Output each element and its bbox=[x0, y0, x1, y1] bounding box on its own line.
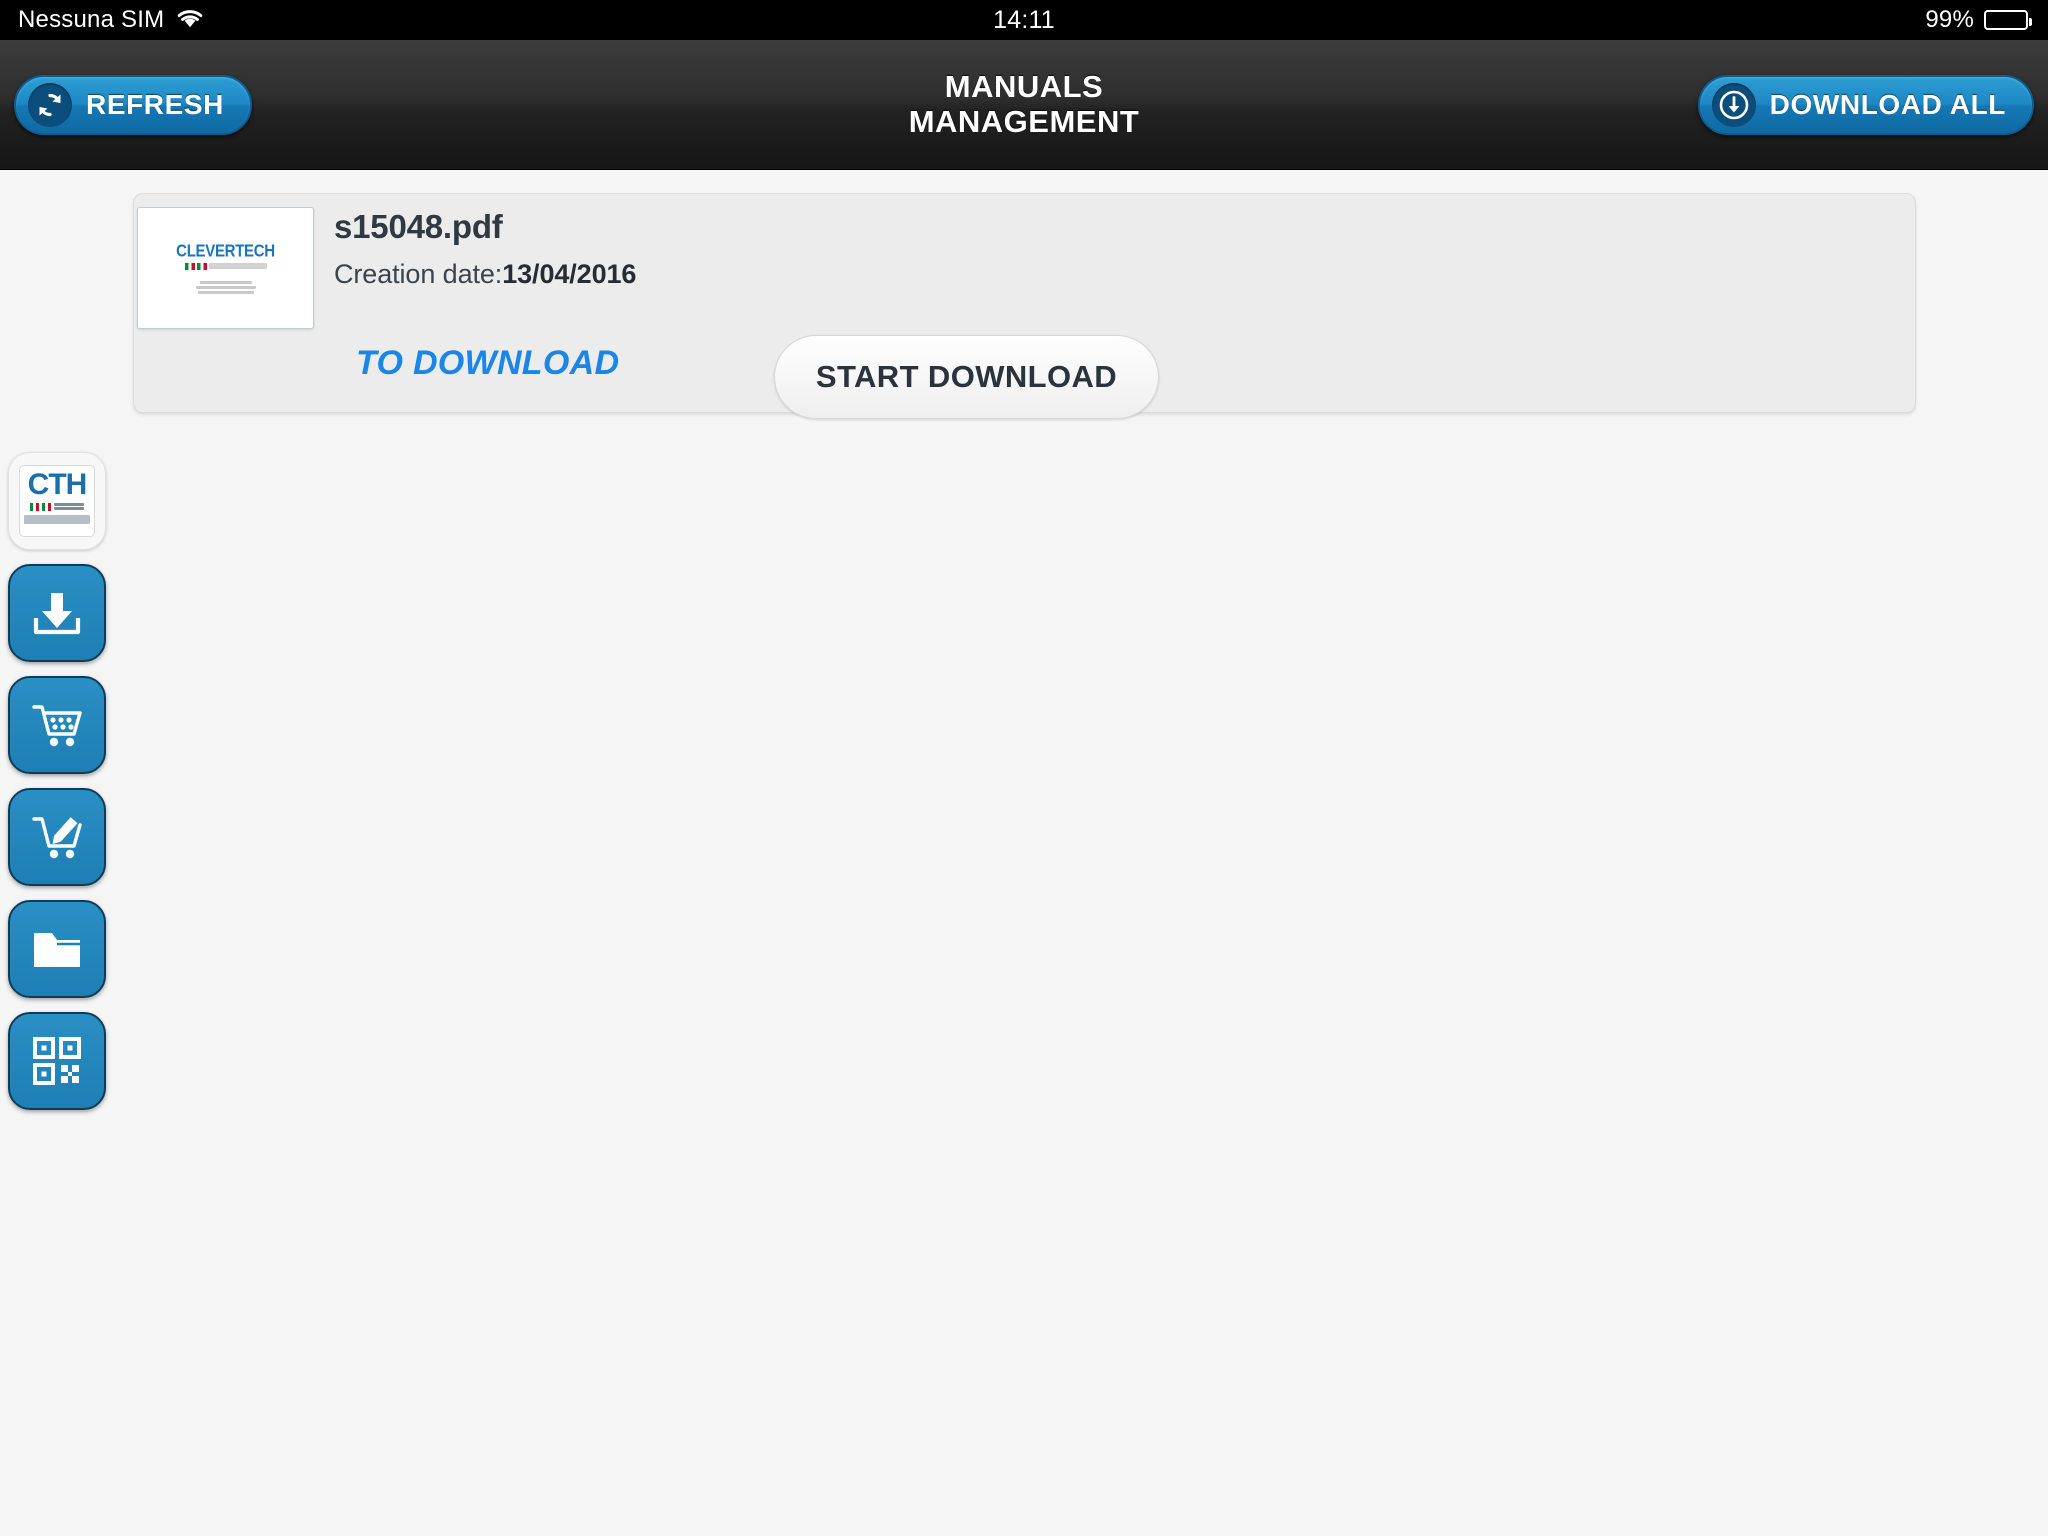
wifi-icon bbox=[176, 7, 204, 33]
refresh-button-label: REFRESH bbox=[86, 88, 224, 120]
thumbnail-brand-label: CLEVERTECH bbox=[176, 241, 275, 261]
cth-logo-text: CTH bbox=[27, 468, 88, 501]
dock-item-order-edit[interactable] bbox=[8, 788, 106, 886]
status-bar: Nessuna SIM 14:11 99% bbox=[0, 0, 2048, 40]
side-dock: CTH bbox=[8, 452, 112, 1110]
dock-item-scanner[interactable] bbox=[8, 1012, 106, 1110]
shopping-cart-icon bbox=[32, 705, 82, 747]
status-bar-right: 99% bbox=[1925, 6, 2048, 34]
qr-code-icon bbox=[33, 1037, 81, 1085]
download-circle-icon bbox=[1711, 82, 1756, 127]
manual-creation-date: Creation date:13/04/2016 bbox=[334, 259, 636, 290]
dock-item-documents[interactable] bbox=[8, 900, 106, 998]
creation-date-label: Creation date: bbox=[334, 259, 503, 289]
thumbnail-blurred-text bbox=[208, 263, 267, 269]
manual-list-item[interactable]: CLEVERTECH s15048.pdf Creation date:13/0… bbox=[133, 193, 1916, 419]
download-tray-icon bbox=[33, 593, 81, 635]
italian-flag-icon bbox=[196, 262, 207, 270]
carrier-label: Nessuna SIM bbox=[18, 6, 165, 33]
manual-thumbnail[interactable]: CLEVERTECH bbox=[137, 207, 314, 329]
cth-logo-tagline bbox=[30, 502, 84, 511]
navigation-bar: REFRESH MANUALS MANAGEMENT DOWNLOAD ALL bbox=[0, 40, 2048, 170]
creation-date-value: 13/04/2016 bbox=[502, 259, 637, 289]
manual-filename: s15048.pdf bbox=[334, 208, 503, 245]
dock-item-cart[interactable] bbox=[8, 676, 106, 774]
start-download-button[interactable]: START DOWNLOAD bbox=[774, 335, 1159, 419]
battery-icon bbox=[1984, 10, 2032, 30]
italian-flag-icon bbox=[42, 502, 51, 511]
status-bar-left: Nessuna SIM bbox=[0, 6, 1925, 34]
italian-flag-icon bbox=[184, 262, 195, 270]
cart-edit-icon bbox=[32, 817, 82, 859]
start-download-button-label: START DOWNLOAD bbox=[815, 359, 1118, 394]
cth-logo-icon: CTH bbox=[19, 465, 95, 537]
refresh-icon bbox=[28, 82, 72, 127]
italian-flag-icon bbox=[30, 502, 39, 511]
manual-status-badge: TO DOWNLOAD bbox=[356, 344, 620, 382]
refresh-button[interactable]: REFRESH bbox=[14, 74, 252, 135]
dock-item-app-logo[interactable]: CTH bbox=[8, 452, 106, 550]
cth-tagline-lines bbox=[54, 503, 84, 510]
dock-item-downloads[interactable] bbox=[8, 564, 106, 662]
cth-logo-base bbox=[24, 514, 90, 524]
download-all-button-label: DOWNLOAD ALL bbox=[1769, 88, 2006, 120]
thumbnail-subline bbox=[184, 262, 267, 270]
download-all-button[interactable]: DOWNLOAD ALL bbox=[1697, 74, 2034, 135]
battery-percent-label: 99% bbox=[1925, 6, 1974, 33]
folder-icon bbox=[34, 933, 80, 967]
thumbnail-body-text bbox=[195, 280, 256, 294]
